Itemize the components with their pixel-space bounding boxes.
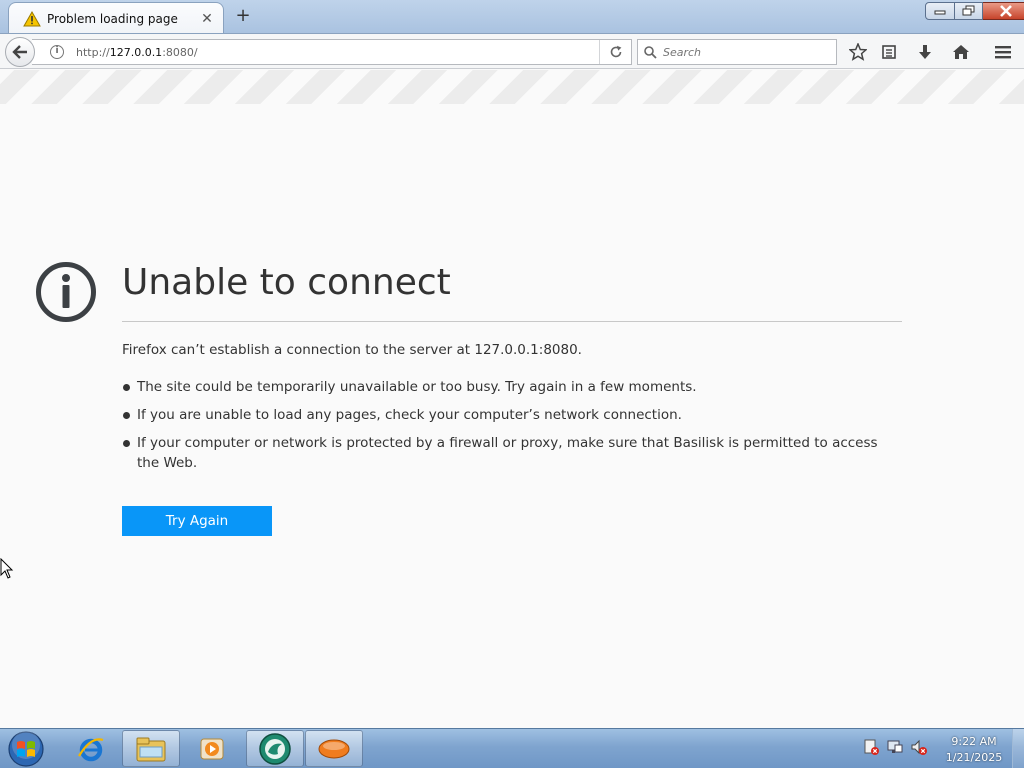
taskbar-ie-button[interactable] [62,730,120,767]
home-icon[interactable] [950,42,972,62]
volume-muted-icon[interactable] [910,737,928,757]
error-description: Firefox can’t establish a connection to … [122,342,582,358]
error-suggestions: The site could be temporarily unavailabl… [122,377,902,481]
tab-title: Problem loading page [47,11,178,26]
error-title: Unable to connect [122,262,451,303]
list-item: If you are unable to load any pages, che… [122,405,902,425]
media-player-icon [200,738,224,759]
reading-list-icon[interactable] [878,42,900,62]
title-divider [122,321,902,322]
action-center-icon[interactable] [862,737,880,757]
window-controls [925,2,1024,20]
search-input[interactable] [663,45,823,59]
taskbar-basilisk-button[interactable] [246,730,304,767]
clock-date: 1/21/2025 [945,751,1003,764]
minimize-icon [934,10,946,15]
close-icon [999,5,1012,17]
start-button[interactable] [6,730,46,768]
taskbar-explorer-button[interactable] [122,730,180,767]
restore-button[interactable] [955,2,983,20]
close-window-button[interactable] [983,2,1024,20]
list-item: The site could be temporarily unavailabl… [122,377,902,397]
taskbar-app-button[interactable] [305,730,363,767]
back-arrow-icon [12,45,27,59]
url-bar[interactable]: i http://127.0.0.1:8080/ [32,39,632,65]
app-icon [318,739,350,758]
menu-icon[interactable] [992,42,1014,62]
url-text[interactable]: http://127.0.0.1:8080/ [76,46,599,59]
minimize-button[interactable] [925,2,955,20]
tab-problem-loading[interactable]: Problem loading page ✕ [8,2,224,34]
warning-icon [23,10,41,27]
system-tray [862,737,928,757]
back-button[interactable] [5,37,35,67]
download-icon[interactable] [914,42,936,62]
info-icon[interactable]: i [50,45,64,59]
title-bar: Problem loading page ✕ + [0,0,1024,34]
taskbar: 9:22 AM 1/21/2025 [0,728,1024,768]
reload-button[interactable] [599,40,631,64]
windows-start-icon [8,731,44,767]
mouse-cursor-icon [0,558,14,579]
info-circle-icon [36,262,96,322]
internet-explorer-icon [78,737,104,761]
clock-time: 9:22 AM [951,735,997,748]
new-tab-button[interactable]: + [232,5,254,27]
taskbar-media-player-button[interactable] [183,730,241,767]
bookmark-star-icon[interactable] [847,42,869,62]
list-item: If your computer or network is protected… [122,433,902,473]
network-icon[interactable] [886,737,904,757]
basilisk-icon [259,732,291,765]
reload-icon [610,45,621,58]
clock[interactable]: 9:22 AM 1/21/2025 [940,734,1008,766]
show-desktop-button[interactable] [1012,729,1024,768]
error-stripes-banner [0,70,1024,104]
search-bar[interactable] [637,39,837,65]
try-again-button[interactable]: Try Again [122,506,272,536]
navigation-toolbar: i http://127.0.0.1:8080/ [0,33,1024,69]
close-tab-icon[interactable]: ✕ [199,11,215,27]
restore-icon [962,5,974,16]
search-icon [644,45,657,59]
file-explorer-icon [136,737,166,761]
